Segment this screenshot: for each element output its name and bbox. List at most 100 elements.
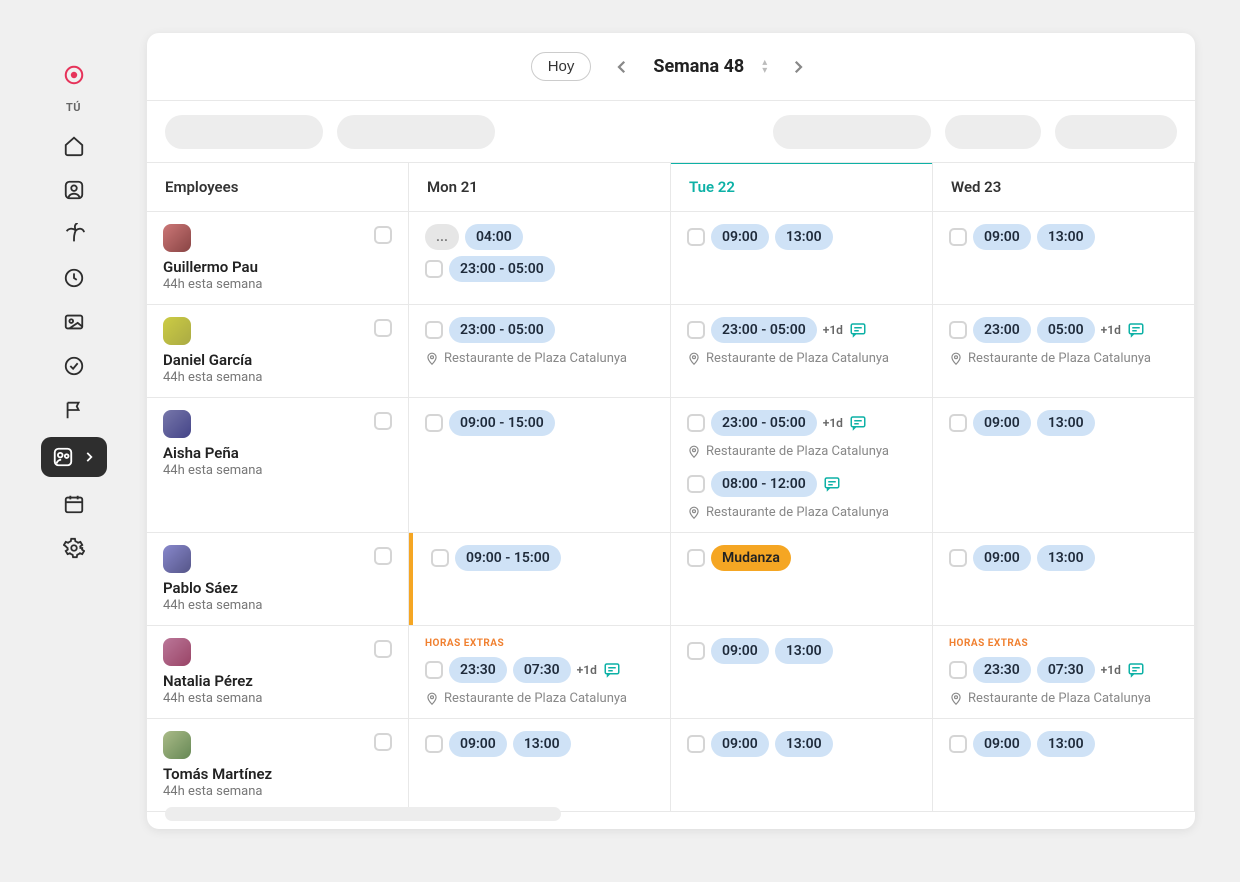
shift-pill: 23:00 - 05:00 <box>449 317 555 343</box>
profile-icon[interactable] <box>54 55 94 95</box>
shift-pill: 13:00 <box>1037 410 1095 436</box>
shift-checkbox[interactable] <box>425 321 443 339</box>
comment-icon[interactable] <box>849 321 867 339</box>
shift-pill: 07:30 <box>1037 657 1095 683</box>
shift-checkbox[interactable] <box>949 414 967 432</box>
prev-week-button[interactable] <box>609 54 635 80</box>
toolbar-skeleton-3 <box>773 115 931 149</box>
pin-icon <box>687 445 701 459</box>
shift-cell[interactable]: 09:00 13:00 <box>671 626 933 719</box>
comment-icon[interactable] <box>1127 661 1145 679</box>
shift-checkbox[interactable] <box>687 735 705 753</box>
clock-icon[interactable] <box>54 258 94 298</box>
shift-cell[interactable]: 23:00 - 05:00 Restaurante de Plaza Catal… <box>409 305 671 398</box>
shift-checkbox[interactable] <box>949 549 967 567</box>
shift-checkbox[interactable] <box>431 549 449 567</box>
employee-cell: Pablo Sáez 44h esta semana <box>147 533 409 626</box>
shift-pill: 09:00 - 15:00 <box>455 545 561 571</box>
shift-checkbox[interactable] <box>687 642 705 660</box>
palmtree-icon[interactable] <box>54 214 94 254</box>
pin-icon <box>949 352 963 366</box>
shift-cell[interactable]: 23:00 - 05:00 +1d Restaurante de Plaza C… <box>671 305 933 398</box>
shift-checkbox[interactable] <box>687 228 705 246</box>
row-checkbox[interactable] <box>374 226 392 244</box>
shift-cell[interactable]: 09:00 13:00 <box>671 212 933 305</box>
schedule-grid: Employees Mon 21 Tue 22 Wed 23 Guillermo… <box>147 163 1195 812</box>
comment-icon[interactable] <box>1127 321 1145 339</box>
shift-cell[interactable]: 23:00 05:00 +1d Restaurante de Plaza Cat… <box>933 305 1195 398</box>
employee-hours: 44h esta semana <box>163 463 262 478</box>
home-icon[interactable] <box>54 126 94 166</box>
shift-cell[interactable]: HORAS EXTRAS 23:30 07:30 +1d Restaurante… <box>933 626 1195 719</box>
row-checkbox[interactable] <box>374 640 392 658</box>
employee-name: Natalia Pérez <box>163 672 262 690</box>
calendar-icon[interactable] <box>54 484 94 524</box>
shift-checkbox[interactable] <box>425 735 443 753</box>
header: Hoy Semana 48 ▴ ▾ <box>147 33 1195 101</box>
horizontal-scrollbar[interactable] <box>147 799 1195 829</box>
row-checkbox[interactable] <box>374 733 392 751</box>
team-icon-active[interactable] <box>41 437 107 477</box>
shift-cell[interactable]: 09:00 - 15:00 <box>409 398 671 533</box>
shift-checkbox[interactable] <box>687 549 705 567</box>
shift-cell[interactable]: 09:00 13:00 <box>933 398 1195 533</box>
employee-name: Guillermo Pau <box>163 258 262 276</box>
ellipsis-pill: ... <box>425 224 459 250</box>
shift-checkbox[interactable] <box>687 321 705 339</box>
shift-pill: 23:00 - 05:00 <box>711 410 817 436</box>
shift-cell[interactable]: 23:00 - 05:00 +1d Restaurante de Plaza C… <box>671 398 933 533</box>
shift-pill: 23:30 <box>449 657 507 683</box>
shift-checkbox[interactable] <box>687 475 705 493</box>
absence-pill: Mudanza <box>711 545 791 571</box>
shift-checkbox[interactable] <box>949 228 967 246</box>
row-checkbox[interactable] <box>374 412 392 430</box>
shift-cell[interactable]: Mudanza <box>671 533 933 626</box>
employee-hours: 44h esta semana <box>163 277 262 292</box>
flag-icon[interactable] <box>54 390 94 430</box>
avatar <box>163 638 191 666</box>
shift-checkbox[interactable] <box>949 735 967 753</box>
gear-icon[interactable] <box>54 528 94 568</box>
row-checkbox[interactable] <box>374 547 392 565</box>
week-stepper[interactable]: ▴ ▾ <box>762 59 767 75</box>
shift-pill: 13:00 <box>1037 224 1095 250</box>
location-label: Restaurante de Plaza Catalunya <box>968 351 1151 366</box>
plus-day-badge: +1d <box>823 323 843 337</box>
toolbar-skeleton-1 <box>165 115 323 149</box>
scrollbar-thumb[interactable] <box>165 807 561 821</box>
col-head-wed: Wed 23 <box>933 163 1195 212</box>
shift-pill: 13:00 <box>1037 545 1095 571</box>
shift-pill: 05:00 <box>1037 317 1095 343</box>
shift-checkbox[interactable] <box>425 661 443 679</box>
chevron-down-icon: ▾ <box>762 67 767 75</box>
warning-bar <box>409 533 413 625</box>
row-checkbox[interactable] <box>374 319 392 337</box>
employee-name: Aisha Peña <box>163 444 262 462</box>
shift-checkbox[interactable] <box>425 414 443 432</box>
shift-cell[interactable]: 09:00 - 15:00 <box>409 533 671 626</box>
shift-cell[interactable]: ... 04:00 23:00 - 05:00 <box>409 212 671 305</box>
shift-cell[interactable]: 09:00 13:00 <box>933 533 1195 626</box>
avatar <box>163 224 191 252</box>
shift-checkbox[interactable] <box>949 321 967 339</box>
shift-pill: 09:00 <box>711 638 769 664</box>
shift-checkbox[interactable] <box>687 414 705 432</box>
shift-cell[interactable]: HORAS EXTRAS 23:30 07:30 +1d Restaurante… <box>409 626 671 719</box>
shift-checkbox[interactable] <box>425 260 443 278</box>
next-week-button[interactable] <box>785 54 811 80</box>
check-circle-icon[interactable] <box>54 346 94 386</box>
shift-cell[interactable]: 09:00 13:00 <box>933 212 1195 305</box>
comment-icon[interactable] <box>603 661 621 679</box>
location-label: Restaurante de Plaza Catalunya <box>706 505 889 520</box>
avatar <box>163 410 191 438</box>
image-icon[interactable] <box>54 302 94 342</box>
pin-icon <box>425 692 439 706</box>
today-button[interactable]: Hoy <box>531 52 592 81</box>
comment-icon[interactable] <box>823 475 841 493</box>
pin-icon <box>687 352 701 366</box>
shift-checkbox[interactable] <box>949 661 967 679</box>
user-square-icon[interactable] <box>54 170 94 210</box>
comment-icon[interactable] <box>849 414 867 432</box>
toolbar <box>147 101 1195 163</box>
toolbar-skeleton-5 <box>1055 115 1177 149</box>
